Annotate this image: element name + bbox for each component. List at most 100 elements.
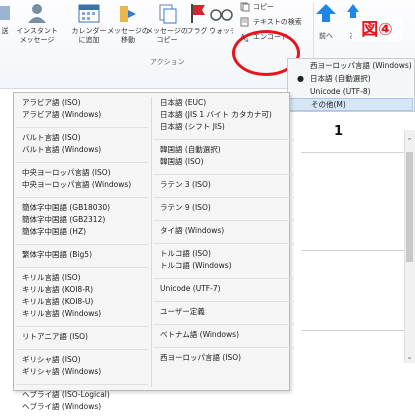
encoding-group: Unicode (UTF-7) (160, 283, 288, 295)
encoding-other[interactable]: その他(M) (289, 98, 413, 111)
encoding-menu-item[interactable]: 簡体字中国語 (HZ) (22, 226, 142, 238)
menu-item-label: 西ヨーロッパ言語 (Windows) (310, 61, 412, 70)
encoding-menu-item[interactable]: トルコ語 (ISO) (160, 248, 288, 260)
scroll-down-icon[interactable]: ⌄ (404, 352, 415, 362)
encoding-menu-item[interactable]: アラビア語 (Windows) (22, 109, 142, 121)
encoding-menu: 西ヨーロッパ言語 (Windows) ● 日本語 (自動選択) Unicode … (287, 58, 415, 112)
encoding-menu-item[interactable]: ギリシャ語 (Windows) (22, 366, 142, 378)
encoding-menu-item[interactable]: タイ語 (Windows) (160, 225, 288, 237)
encoding-group: リトアニア語 (ISO) (22, 331, 142, 343)
arrow-up-icon (314, 2, 338, 24)
encoding-group: ラテン 3 (ISO) (160, 179, 288, 191)
group-divider (154, 139, 294, 140)
encoding-menu-item[interactable]: Unicode (UTF-7) (160, 283, 288, 295)
encoding-menu-item[interactable]: トルコ語 (Windows) (160, 260, 288, 272)
encoding-menu-item[interactable]: ラテン 9 (ISO) (160, 202, 288, 214)
encoding-menu-item[interactable]: 繁体字中国語 (Big5) (22, 249, 142, 261)
column-separator (151, 97, 152, 387)
callout-figure-label: 図④ (352, 19, 402, 41)
menu-item-label: その他(M) (311, 100, 346, 109)
encoding-menu-item[interactable]: 中央ヨーロッパ言語 (ISO) (22, 167, 142, 179)
encoding-group: ギリシャ語 (ISO) ギリシャ語 (Windows) (22, 354, 142, 378)
glasses-icon (209, 2, 233, 24)
message-heading: 1 (334, 124, 344, 139)
group-divider (16, 127, 148, 128)
copy-message-icon (155, 2, 179, 24)
encoding-menu-item[interactable]: 西ヨーロッパ言語 (ISO) (160, 352, 288, 364)
encoding-menu-item[interactable]: 日本語 (JIS 1 バイト カタカナ可) (160, 109, 288, 121)
encoding-group: ラテン 9 (ISO) (160, 202, 288, 214)
text-line (301, 250, 407, 251)
encoding-menu-item[interactable]: ラテン 3 (ISO) (160, 179, 288, 191)
menu-item-label: 日本語 (自動選択) (310, 74, 371, 83)
watch-label: ウォッチ (209, 27, 233, 35)
encoding-menu-item[interactable]: ベトナム語 (Windows) (160, 329, 288, 341)
group-divider (154, 174, 294, 175)
encoding-menu-item[interactable]: アラビア語 (ISO) (22, 97, 142, 109)
encoding-menu-item[interactable]: ユーザー定義 (160, 306, 288, 318)
message-body (290, 112, 415, 391)
encoding-japanese-auto[interactable]: ● 日本語 (自動選択) (288, 72, 414, 85)
encoding-menu-item[interactable]: キリル言語 (KOI8-U) (22, 296, 142, 308)
flag-label: フラグ (186, 27, 208, 35)
group-divider (154, 243, 294, 244)
radio-bullet-icon: ● (297, 74, 304, 83)
copy-small-label: コピー (253, 3, 274, 11)
previous-button[interactable]: 前へ (314, 2, 338, 41)
encoding-group: ベトナム語 (Windows) (160, 329, 288, 341)
encoding-utf8[interactable]: Unicode (UTF-8) (288, 85, 414, 98)
encoding-group: ヘブライ語 (ISO-Logical) ヘブライ語 (Windows) (22, 389, 142, 413)
watch-button[interactable]: ウォッチ (209, 2, 233, 36)
encoding-menu-item[interactable]: キリル言語 (Windows) (22, 308, 142, 320)
encoding-menu-item[interactable]: 簡体字中国語 (GB2312) (22, 214, 142, 226)
group-divider (154, 301, 294, 302)
encoding-menu-item[interactable]: バルト言語 (Windows) (22, 144, 142, 156)
scroll-up-icon[interactable]: ⌃ (404, 136, 415, 146)
encoding-menu-item[interactable]: 韓国語 (自動選択) (160, 144, 288, 156)
encoding-menu-item[interactable]: バルト言語 (ISO) (22, 132, 142, 144)
copy-small-button[interactable]: コピー (240, 2, 274, 12)
instant-message-label: インスタント メッセージ (16, 27, 58, 44)
encoding-group: バルト言語 (ISO) バルト言語 (Windows) (22, 132, 142, 156)
encoding-group: アラビア語 (ISO) アラビア語 (Windows) (22, 97, 142, 121)
encoding-group: 日本語 (EUC) 日本語 (JIS 1 バイト カタカナ可) 日本語 (シフト J… (160, 97, 288, 133)
person-icon (25, 2, 49, 24)
previous-label: 前へ (319, 32, 333, 40)
text-line (301, 152, 407, 153)
encoding-menu-item[interactable]: 簡体字中国語 (GB18030) (22, 202, 142, 214)
encoding-menu-item[interactable]: 日本語 (EUC) (160, 97, 288, 109)
group-divider (16, 162, 148, 163)
scrollbar-thumb[interactable] (406, 152, 413, 262)
encoding-menu-item[interactable]: リトアニア語 (ISO) (22, 331, 142, 343)
group-divider (154, 347, 294, 348)
flag-icon (185, 2, 209, 24)
encoding-menu-item[interactable]: 韓国語 (ISO) (160, 156, 288, 168)
encoding-group: 韓国語 (自動選択) 韓国語 (ISO) (160, 144, 288, 168)
folder-move-icon (116, 2, 140, 24)
copy-small-icon (240, 2, 250, 12)
encoding-menu-item[interactable]: キリル言語 (KOI8-R) (22, 284, 142, 296)
encoding-group: 西ヨーロッパ言語 (ISO) (160, 352, 288, 364)
group-divider (154, 197, 294, 198)
encoding-menu-item[interactable]: ギリシャ語 (ISO) (22, 354, 142, 366)
group-divider (16, 326, 148, 327)
send-button[interactable]: 送 (0, 2, 12, 36)
text-line (301, 330, 407, 331)
group-divider (154, 324, 294, 325)
group-divider (16, 384, 148, 385)
group-divider (154, 278, 294, 279)
encoding-menu-item[interactable]: ヘブライ語 (Windows) (22, 401, 142, 413)
text-search-button[interactable]: テキストの検索 (240, 17, 302, 27)
encoding-group: 繁体字中国語 (Big5) (22, 249, 142, 261)
flag-button[interactable]: フラグ (184, 2, 210, 36)
action-group-label: アクション (150, 58, 185, 66)
encoding-menu-item[interactable]: キリル言語 (ISO) (22, 272, 142, 284)
encoding-western-windows[interactable]: 西ヨーロッパ言語 (Windows) (288, 59, 414, 72)
encoding-menu-item[interactable]: 中央ヨーロッパ言語 (Windows) (22, 179, 142, 191)
encoding-menu-item[interactable]: 日本語 (シフト JIS) (160, 121, 288, 133)
instant-message-button[interactable]: インスタント メッセージ (12, 2, 62, 45)
encoding-group: キリル言語 (ISO) キリル言語 (KOI8-R) キリル言語 (KOI8-U) キ… (22, 272, 142, 320)
group-divider (16, 244, 148, 245)
other-encodings-submenu: アラビア語 (ISO) アラビア語 (Windows) バルト言語 (ISO) バルト… (13, 92, 294, 411)
group-divider (16, 349, 148, 350)
